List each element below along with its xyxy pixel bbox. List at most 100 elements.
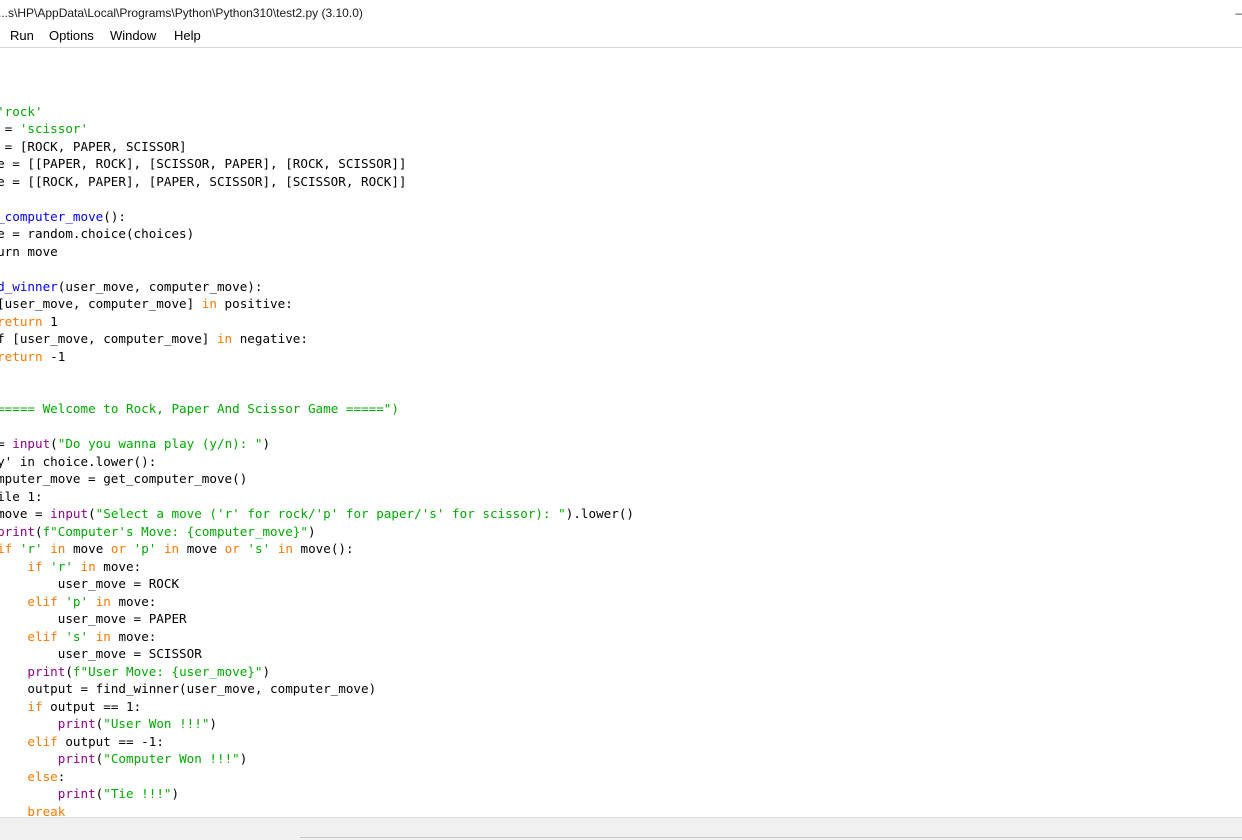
code-line[interactable]: user_move = SCISSOR — [0, 645, 634, 663]
code-token: "Select a move ('r' for rock/'p' for pap… — [95, 506, 566, 521]
code-token: find_winner — [0, 278, 58, 294]
code-token: in — [95, 628, 111, 644]
code-token: user_move = SCISSOR — [57, 646, 202, 661]
code-line[interactable]: elif 's' in move: — [0, 628, 634, 646]
code-token: get_computer_move — [0, 208, 104, 224]
code-token: move — [179, 541, 225, 556]
code-token: print — [57, 751, 96, 766]
code-line[interactable]: if 'r' in move or 'p' in move or 's' in … — [0, 540, 634, 558]
code-line[interactable]: break — [0, 803, 634, 818]
code-token: ) — [171, 786, 180, 801]
code-token: elif — [27, 733, 58, 749]
code-line[interactable]: ROCK = 'rock' — [0, 103, 634, 121]
code-text[interactable]: ROCK = 'rock'SCISSOR = 'scissor'choices … — [0, 50, 634, 818]
code-line[interactable]: return 1 — [0, 313, 634, 331]
code-token: ) — [239, 751, 248, 766]
menu-window[interactable]: Window — [108, 26, 158, 46]
code-line[interactable]: SCISSOR = 'scissor' — [0, 120, 634, 138]
code-line[interactable]: print("Tie !!!") — [0, 785, 634, 803]
code-line[interactable]: def get_computer_move(): — [0, 208, 634, 226]
code-line[interactable]: return -1 — [0, 348, 634, 366]
code-line[interactable]: computer_move = get_computer_move() — [0, 470, 634, 488]
code-line[interactable]: move = random.choice(choices) — [0, 225, 634, 243]
code-line[interactable]: print("User Won !!!") — [0, 715, 634, 733]
code-token: 'p' — [65, 593, 89, 609]
menu-help[interactable]: Help — [172, 26, 203, 46]
code-token: ( — [35, 523, 43, 539]
code-line[interactable] — [0, 383, 634, 401]
code-line[interactable]: negative = [[ROCK, PAPER], [PAPER, SCISS… — [0, 173, 634, 191]
code-token: 'scissor' — [19, 121, 89, 136]
code-token: positive: — [216, 296, 293, 311]
code-token: ) — [307, 523, 316, 539]
code-line[interactable]: positive = [[PAPER, ROCK], [SCISSOR, PAP… — [0, 155, 634, 173]
code-line[interactable]: choice = input("Do you wanna play (y/n):… — [0, 435, 634, 453]
code-line[interactable] — [0, 68, 634, 86]
code-token: in — [95, 593, 111, 609]
code-line[interactable]: output = find_winner(user_move, computer… — [0, 680, 634, 698]
code-token: if [user_move, computer_move] — [0, 296, 195, 311]
code-token: ( — [88, 506, 96, 521]
code-token: user_move = ROCK — [57, 576, 180, 591]
code-token: ) — [262, 436, 271, 451]
code-token: move — [65, 541, 111, 556]
code-line[interactable]: while 1: — [0, 488, 634, 506]
code-line[interactable] — [0, 365, 634, 383]
code-token: -1 — [42, 348, 66, 364]
code-line[interactable]: elif 'p' in move: — [0, 593, 634, 611]
code-line[interactable]: move = input("Select a move ('r' for roc… — [0, 505, 634, 523]
code-token: ( — [50, 436, 58, 451]
code-line[interactable]: print("===== Welcome to Rock, Paper And … — [0, 400, 634, 418]
menu-bar: Run Options Window Help — [0, 26, 1242, 48]
code-token: if — [27, 698, 43, 714]
code-token: input — [12, 436, 51, 451]
code-token: computer_move = get_computer_move() — [0, 471, 248, 486]
code-line[interactable] — [0, 260, 634, 278]
code-line[interactable] — [0, 190, 634, 208]
code-line[interactable]: if 'r' in move: — [0, 558, 634, 576]
code-line[interactable]: else: — [0, 768, 634, 786]
code-token: print — [57, 716, 96, 731]
code-line[interactable]: user_move = PAPER — [0, 610, 634, 628]
code-token: elif [user_move, computer_move] — [0, 331, 210, 346]
menu-options[interactable]: Options — [47, 26, 96, 46]
code-line[interactable]: print(f"Computer's Move: {computer_move}… — [0, 523, 634, 541]
menu-run[interactable]: Run — [8, 26, 36, 46]
code-line[interactable]: if [user_move, computer_move] in positiv… — [0, 295, 634, 313]
code-token: ) — [262, 663, 271, 679]
code-token: 's' — [65, 628, 89, 644]
code-token: ).lower() — [565, 506, 635, 521]
code-line[interactable]: elif output == -1: — [0, 733, 634, 751]
code-line[interactable]: if output == 1: — [0, 698, 634, 716]
code-token: print — [0, 523, 35, 539]
code-line[interactable] — [0, 50, 634, 68]
code-line[interactable]: print("Computer Won !!!") — [0, 750, 634, 768]
code-line[interactable]: choices = [ROCK, PAPER, SCISSOR] — [0, 138, 634, 156]
code-line[interactable] — [0, 85, 634, 103]
minimize-button[interactable]: – — [1228, 0, 1242, 26]
code-line[interactable]: if 'y' in choice.lower(): — [0, 453, 634, 471]
code-line[interactable]: user_move = ROCK — [0, 575, 634, 593]
code-token: print — [27, 663, 66, 679]
code-line[interactable]: print(f"User Move: {user_move}") — [0, 663, 634, 681]
code-line[interactable]: return move — [0, 243, 634, 261]
code-token: f"Computer's Move: {computer_move}" — [42, 523, 308, 539]
code-token: break — [27, 803, 66, 818]
code-token: if 'y' in choice.lower(): — [0, 453, 157, 469]
code-token: user_move = PAPER — [57, 611, 187, 626]
status-divider — [300, 837, 1242, 838]
code-token: negative = [[ROCK, PAPER], [PAPER, SCISS… — [0, 173, 407, 189]
code-editor[interactable]: ROCK = 'rock'SCISSOR = 'scissor'choices … — [0, 48, 1242, 817]
code-line[interactable]: def find_winner(user_move, computer_move… — [0, 278, 634, 296]
code-line[interactable]: elif [user_move, computer_move] in negat… — [0, 330, 634, 348]
code-token: move = random.choice(choices) — [0, 226, 195, 241]
code-line[interactable] — [0, 418, 634, 436]
